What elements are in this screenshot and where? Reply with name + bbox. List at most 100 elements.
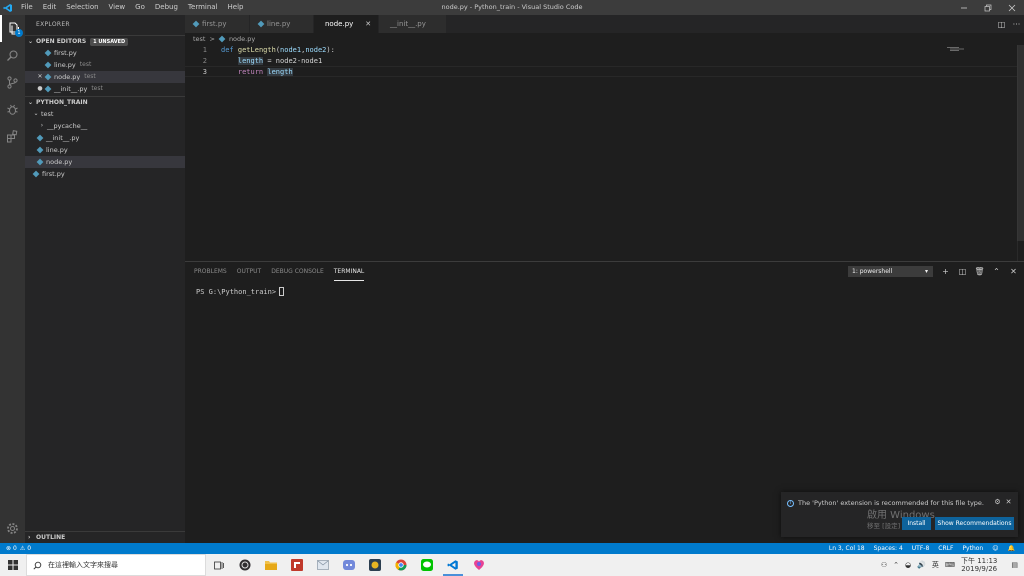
tab-init-py[interactable]: __init__.py xyxy=(379,15,447,33)
terminal-output[interactable]: PS G:\Python_train> xyxy=(196,287,285,296)
close-icon[interactable]: ✕ xyxy=(35,71,45,83)
more-actions-icon[interactable]: ··· xyxy=(1009,20,1024,29)
action-center-icon[interactable]: ▤ xyxy=(1011,561,1018,569)
search-activity[interactable] xyxy=(0,42,25,69)
tab-problems[interactable]: PROBLEMS xyxy=(194,262,227,282)
show-recommendations-button[interactable]: Show Recommendations xyxy=(935,517,1014,530)
scrollbar-thumb[interactable] xyxy=(1017,45,1024,241)
debug-activity[interactable] xyxy=(0,96,25,123)
explorer-activity[interactable]: 1 xyxy=(0,15,25,42)
close-icon[interactable]: ✕ xyxy=(1003,498,1014,506)
tab-output[interactable]: OUTPUT xyxy=(237,262,261,282)
menu-view[interactable]: View xyxy=(104,0,131,15)
close-panel-icon[interactable]: ✕ xyxy=(1005,266,1022,277)
menu-help[interactable]: Help xyxy=(223,0,249,15)
red-app-icon[interactable] xyxy=(284,554,310,576)
open-editor-item[interactable]: line.py test xyxy=(25,59,185,71)
smiley-icon[interactable]: ☺ xyxy=(992,545,998,552)
outline-header[interactable]: › OUTLINE xyxy=(25,531,185,543)
menu-debug[interactable]: Debug xyxy=(150,0,183,15)
game-app-icon[interactable] xyxy=(362,554,388,576)
tree-folder-test[interactable]: ⌄ test xyxy=(25,108,185,120)
split-editor-icon[interactable]: ◫ xyxy=(994,20,1009,29)
tab-node-py[interactable]: node.py ✕ xyxy=(314,15,379,33)
open-editor-item[interactable]: first.py xyxy=(25,47,185,59)
minimize-button[interactable] xyxy=(952,0,976,15)
minimap[interactable] xyxy=(947,47,967,51)
code-line: 1 def getLength(node1,node2): xyxy=(185,45,1024,56)
line-number: 3 xyxy=(202,68,207,76)
restore-button[interactable] xyxy=(976,0,1000,15)
ime-indicator[interactable]: 英 xyxy=(932,560,939,570)
open-editors-header[interactable]: ⌄ OPEN EDITORS 1 UNSAVED xyxy=(25,35,185,47)
tab-debug-console[interactable]: DEBUG CONSOLE xyxy=(271,262,324,282)
task-view-icon[interactable] xyxy=(206,554,232,576)
cursor-position[interactable]: Ln 3, Col 18 xyxy=(829,545,865,552)
open-editor-item[interactable]: ✕ node.py test xyxy=(25,71,185,83)
obs-app-icon[interactable] xyxy=(232,554,258,576)
new-terminal-icon[interactable]: + xyxy=(937,266,954,277)
tab-first-py[interactable]: first.py xyxy=(185,15,250,33)
vertical-scrollbar[interactable] xyxy=(1017,45,1024,261)
breadcrumb-file[interactable]: node.py xyxy=(229,33,255,45)
tree-file[interactable]: line.py xyxy=(25,144,185,156)
menu-selection[interactable]: Selection xyxy=(61,0,103,15)
windows-start-icon[interactable] xyxy=(0,554,26,576)
menu-file[interactable]: File xyxy=(16,0,38,15)
open-editor-folder: test xyxy=(91,85,103,92)
project-header[interactable]: ⌄ PYTHON_TRAIN xyxy=(25,96,185,108)
window-controls xyxy=(952,0,1024,15)
breadcrumb-folder[interactable]: test xyxy=(193,33,205,45)
problems-status[interactable]: ⊗ 0 ⚠ 0 xyxy=(0,545,31,552)
menu-edit[interactable]: Edit xyxy=(38,0,62,15)
split-terminal-icon[interactable]: ◫ xyxy=(954,266,971,277)
code-line: 2 length = node2-node1 xyxy=(185,56,1024,67)
people-icon[interactable]: ⚇ xyxy=(881,561,887,569)
volume-icon[interactable]: 🔊 xyxy=(917,561,926,569)
show-hidden-icons[interactable]: ⌃ xyxy=(893,561,899,569)
file-explorer-icon[interactable] xyxy=(258,554,284,576)
source-control-activity[interactable] xyxy=(0,69,25,96)
vscode-taskbar-icon[interactable] xyxy=(440,554,466,576)
tree-item-label: node.py xyxy=(46,158,73,166)
maximize-panel-icon[interactable]: ⌃ xyxy=(988,266,1005,277)
editor-tabs: first.py line.py node.py ✕ __init__.py ◫… xyxy=(185,15,1024,33)
gear-icon[interactable]: ⚙ xyxy=(992,498,1003,506)
tab-label: node.py xyxy=(325,20,354,28)
chrome-app-icon[interactable] xyxy=(388,554,414,576)
tree-file[interactable]: first.py xyxy=(25,168,185,180)
taskbar-clock[interactable]: 下午 11:13 2019/9/26 xyxy=(961,557,1003,573)
manage-activity[interactable] xyxy=(0,515,25,542)
indentation[interactable]: Spaces: 4 xyxy=(874,545,903,552)
line-ending[interactable]: CRLF xyxy=(938,545,953,552)
keyboard-icon[interactable]: ⌨ xyxy=(945,561,955,569)
open-editor-item[interactable]: ● __init__.py test xyxy=(25,83,185,95)
tree-folder-pycache[interactable]: › __pycache__ xyxy=(25,120,185,132)
code-editor[interactable]: 1 def getLength(node1,node2): 2 length =… xyxy=(185,45,1024,261)
terminal-select[interactable]: 1: powershell ▾ xyxy=(848,266,933,277)
mail-app-icon[interactable] xyxy=(310,554,336,576)
unsaved-badge: 1 UNSAVED xyxy=(90,37,129,46)
python-file-icon xyxy=(44,61,52,69)
bell-icon[interactable]: 🔔 xyxy=(1008,545,1015,552)
discord-app-icon[interactable] xyxy=(336,554,362,576)
unsaved-dot-icon[interactable]: ● xyxy=(35,83,45,95)
encoding[interactable]: UTF-8 xyxy=(912,545,930,552)
menu-terminal[interactable]: Terminal xyxy=(183,0,223,15)
pink-app-icon[interactable] xyxy=(466,554,492,576)
wifi-icon[interactable]: ◒ xyxy=(905,561,911,569)
close-window-button[interactable] xyxy=(1000,0,1024,15)
sidebar-title: EXPLORER xyxy=(36,21,70,28)
language-mode[interactable]: Python xyxy=(962,545,983,552)
tab-line-py[interactable]: line.py xyxy=(250,15,314,33)
line-app-icon[interactable] xyxy=(414,554,440,576)
taskbar-search[interactable]: 在這裡輸入文字來搜尋 xyxy=(26,554,206,576)
tab-terminal[interactable]: TERMINAL xyxy=(333,264,365,281)
tree-file[interactable]: node.py xyxy=(25,156,185,168)
install-button[interactable]: Install xyxy=(902,517,931,530)
extensions-activity[interactable] xyxy=(0,123,25,150)
menu-go[interactable]: Go xyxy=(130,0,150,15)
close-tab-icon[interactable]: ✕ xyxy=(365,20,371,28)
tree-file[interactable]: __init__.py xyxy=(25,132,185,144)
trash-icon[interactable]: 🗑 xyxy=(971,266,988,277)
